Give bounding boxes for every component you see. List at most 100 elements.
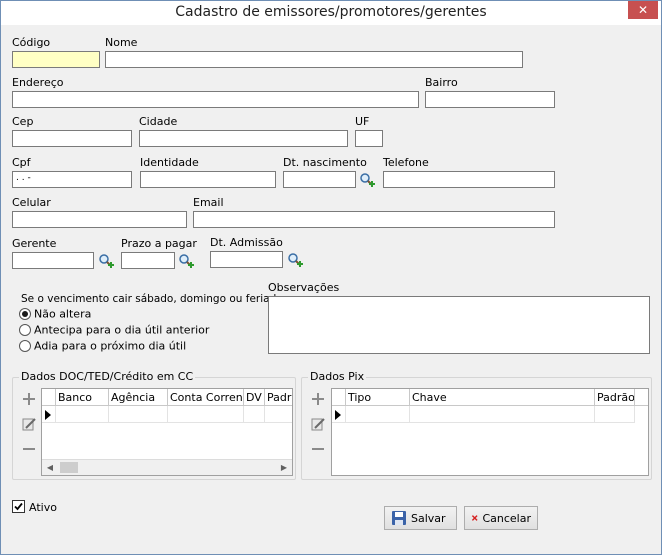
save-icon bbox=[392, 511, 406, 525]
row-indicator-icon bbox=[45, 410, 51, 420]
bairro-field[interactable] bbox=[425, 91, 555, 108]
window-title: Cadastro de emissores/promotores/gerente… bbox=[175, 4, 487, 20]
cidade-label: Cidade bbox=[139, 115, 178, 128]
pix-grid[interactable]: Tipo Chave Padrão bbox=[331, 388, 649, 476]
table-cell[interactable] bbox=[168, 406, 244, 423]
doc-hscrollbar[interactable]: ◀ ▶ bbox=[42, 459, 292, 475]
telefone-field[interactable] bbox=[383, 171, 555, 188]
cpf-field[interactable]: . . - bbox=[12, 171, 132, 188]
add-icon[interactable] bbox=[21, 391, 37, 407]
endereco-label: Endereço bbox=[12, 76, 64, 89]
table-cell[interactable] bbox=[244, 406, 265, 423]
gerente-label: Gerente bbox=[12, 237, 57, 250]
radio-label: Não altera bbox=[34, 307, 92, 321]
telefone-label: Telefone bbox=[383, 156, 429, 169]
doc-col-agencia[interactable]: Agência bbox=[109, 389, 168, 406]
radio-label: Adia para o próximo dia útil bbox=[34, 339, 187, 353]
ativo-label: Ativo bbox=[29, 501, 57, 514]
doc-col-conta[interactable]: Conta Corrente bbox=[168, 389, 244, 406]
scroll-left-icon[interactable]: ◀ bbox=[42, 460, 58, 475]
nome-label: Nome bbox=[105, 36, 138, 49]
row-indicator-cell bbox=[332, 406, 346, 423]
codigo-field[interactable] bbox=[12, 51, 100, 68]
checkmark-icon bbox=[14, 502, 23, 511]
lookup-icon[interactable] bbox=[98, 253, 114, 269]
identidade-field[interactable] bbox=[140, 171, 276, 188]
dt-admissao-field[interactable] bbox=[210, 251, 283, 268]
observacoes-field[interactable] bbox=[268, 296, 650, 354]
cancel-button[interactable]: Cancelar bbox=[464, 506, 538, 530]
cancel-button-label: Cancelar bbox=[482, 511, 531, 525]
radio-icon[interactable] bbox=[19, 308, 31, 320]
doc-col-padrao[interactable]: Padrão bbox=[265, 389, 292, 406]
table-cell[interactable] bbox=[346, 406, 410, 423]
radio-antecipa[interactable]: Antecipa para o dia útil anterior bbox=[19, 323, 209, 337]
vencimento-group: Se o vencimento cair sábado, domingo ou … bbox=[12, 293, 285, 355]
cpf-label: Cpf bbox=[12, 156, 31, 169]
dados-pix-title: Dados Pix bbox=[308, 370, 367, 383]
doc-grid-header: Banco Agência Conta Corrente DV Padrão bbox=[42, 389, 292, 406]
table-cell[interactable] bbox=[410, 406, 595, 423]
scroll-right-icon[interactable]: ▶ bbox=[276, 460, 292, 475]
table-cell[interactable] bbox=[109, 406, 168, 423]
prazo-pagar-field[interactable] bbox=[121, 252, 175, 269]
form-body: Código Nome Endereço Bairro Cep Cidade U… bbox=[2, 26, 660, 554]
row-indicator-icon bbox=[335, 410, 341, 420]
lookup-icon[interactable] bbox=[287, 252, 303, 268]
doc-col-dv[interactable]: DV bbox=[244, 389, 265, 406]
table-cell[interactable] bbox=[595, 406, 635, 423]
lookup-icon[interactable] bbox=[178, 253, 194, 269]
radio-nao-altera[interactable]: Não altera bbox=[19, 307, 91, 321]
email-field[interactable] bbox=[193, 211, 555, 228]
save-button-label: Salvar bbox=[411, 511, 446, 525]
dt-admissao-label: Dt. Admissão bbox=[210, 236, 283, 249]
lookup-icon[interactable] bbox=[359, 172, 375, 188]
table-cell[interactable] bbox=[56, 406, 109, 423]
edit-icon[interactable] bbox=[21, 416, 37, 432]
codigo-label: Código bbox=[12, 36, 51, 49]
pix-indicator-header bbox=[332, 389, 346, 406]
pix-grid-header: Tipo Chave Padrão bbox=[332, 389, 648, 406]
observacoes-label: Observações bbox=[268, 281, 340, 294]
remove-icon[interactable] bbox=[21, 441, 37, 457]
nome-field[interactable] bbox=[105, 51, 523, 68]
ativo-checkbox[interactable] bbox=[12, 500, 25, 513]
dados-doc-title: Dados DOC/TED/Crédito em CC bbox=[19, 370, 196, 383]
save-button[interactable]: Salvar bbox=[384, 506, 457, 530]
pix-col-tipo[interactable]: Tipo bbox=[346, 389, 410, 406]
cidade-field[interactable] bbox=[139, 130, 348, 147]
cep-label: Cep bbox=[12, 115, 34, 128]
uf-field[interactable] bbox=[355, 130, 383, 147]
title-bar: Cadastro de emissores/promotores/gerente… bbox=[1, 1, 661, 25]
doc-grid[interactable]: Banco Agência Conta Corrente DV Padrão bbox=[41, 388, 293, 476]
radio-label: Antecipa para o dia útil anterior bbox=[34, 323, 210, 337]
row-indicator-cell bbox=[42, 406, 56, 423]
gerente-field[interactable] bbox=[12, 252, 94, 269]
celular-field[interactable] bbox=[12, 211, 187, 228]
pix-col-padrao[interactable]: Padrão bbox=[595, 389, 635, 406]
radio-icon[interactable] bbox=[19, 340, 31, 352]
dados-doc-group: Dados DOC/TED/Crédito em CC Banco Agênci… bbox=[12, 370, 296, 480]
radio-adia[interactable]: Adia para o próximo dia útil bbox=[19, 339, 186, 353]
window: Cadastro de emissores/promotores/gerente… bbox=[0, 0, 662, 555]
identidade-label: Identidade bbox=[140, 156, 199, 169]
radio-icon[interactable] bbox=[19, 324, 31, 336]
close-button[interactable]: ✕ bbox=[628, 1, 658, 19]
table-row[interactable] bbox=[332, 406, 635, 423]
doc-indicator-header bbox=[42, 389, 56, 406]
celular-label: Celular bbox=[12, 196, 51, 209]
bairro-label: Bairro bbox=[425, 76, 458, 89]
edit-icon[interactable] bbox=[310, 416, 326, 432]
scroll-thumb[interactable] bbox=[60, 462, 78, 473]
pix-col-chave[interactable]: Chave bbox=[410, 389, 595, 406]
doc-col-banco[interactable]: Banco bbox=[56, 389, 109, 406]
add-icon[interactable] bbox=[310, 391, 326, 407]
table-row[interactable] bbox=[42, 406, 292, 423]
remove-icon[interactable] bbox=[310, 441, 326, 457]
cep-field[interactable] bbox=[12, 130, 132, 147]
dt-nascimento-field[interactable] bbox=[283, 171, 356, 188]
prazo-pagar-label: Prazo a pagar bbox=[121, 237, 197, 250]
uf-label: UF bbox=[355, 115, 370, 128]
vencimento-title: Se o vencimento cair sábado, domingo ou … bbox=[19, 293, 285, 305]
endereco-field[interactable] bbox=[12, 91, 419, 108]
